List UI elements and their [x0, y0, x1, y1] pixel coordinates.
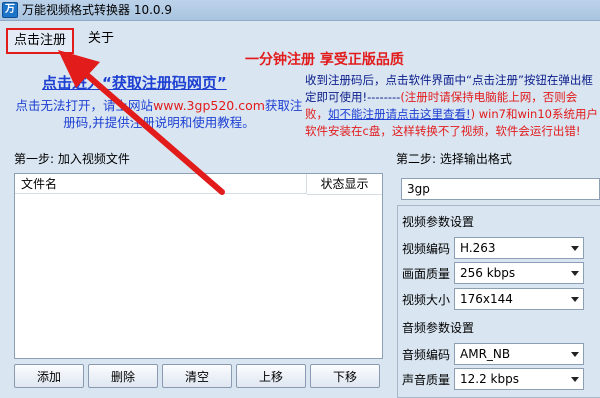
audio-codec-label: 音频编码	[402, 348, 451, 362]
register-help-link[interactable]: 如不能注册请点击这里查看!	[328, 107, 471, 121]
audio-section-label: 音频参数设置	[402, 321, 475, 335]
title-bar: 万 万能视频格式转换器 10.0.9	[0, 0, 600, 21]
move-up-button[interactable]: 上移	[236, 364, 306, 388]
audio-quality-select[interactable]: 12.2 kbps	[454, 368, 584, 390]
video-codec-select[interactable]: H.263	[454, 237, 584, 259]
video-codec-label: 视频编码	[402, 242, 451, 256]
chevron-down-icon	[571, 246, 579, 251]
help-text-before: 点击无法打开，请上网站	[15, 98, 154, 113]
audio-quality-label: 声音质量	[402, 373, 451, 387]
clear-button[interactable]: 清空	[162, 364, 232, 388]
column-filename[interactable]: 文件名	[15, 174, 307, 194]
quality-select[interactable]: 256 kbps	[454, 262, 584, 284]
get-regcode-link[interactable]: 点击进入“获取注册码网页”	[42, 72, 227, 93]
help-text: 点击无法打开，请上网站www.3gp520.com获取注册码,并提供注册说明和使…	[14, 97, 304, 131]
notice-line-1: 收到注册码后，点击软件界面中“点击注册”按钮在弹出框	[305, 73, 593, 87]
move-down-button[interactable]: 下移	[310, 364, 380, 388]
notice-line-2b: (注册时请保持电脑能上网，否则会	[400, 90, 578, 104]
delete-button[interactable]: 删除	[88, 364, 158, 388]
column-status[interactable]: 状态显示	[307, 174, 382, 195]
video-codec-value: H.263	[460, 241, 496, 255]
window-title: 万能视频格式转换器 10.0.9	[22, 3, 172, 17]
quality-label: 画面质量	[402, 267, 451, 281]
notice-line-3b: ) win7和win10系统用户	[470, 107, 597, 121]
chevron-down-icon	[571, 297, 579, 302]
chevron-down-icon	[571, 271, 579, 276]
video-size-value: 176x144	[460, 292, 513, 306]
promo-text: 一分钟注册 享受正版品质	[245, 52, 404, 68]
file-list[interactable]: 文件名 状态显示	[14, 173, 383, 359]
step1-label: 第一步: 加入视频文件	[14, 152, 130, 166]
chevron-down-icon	[571, 377, 579, 382]
app-icon: 万	[2, 2, 18, 18]
notice-line-4: 软件安装在c盘，这样转换不了视频，软件会运行出错!	[305, 124, 581, 138]
website-link[interactable]: www.3gp520.com	[153, 98, 265, 113]
step2-label: 第二步: 选择输出格式	[396, 152, 512, 166]
menu-about[interactable]: 关于	[88, 30, 114, 48]
menu-register[interactable]: 点击注册	[6, 28, 74, 54]
notice-line-3a: 败，	[305, 107, 328, 121]
audio-codec-value: AMR_NB	[460, 347, 511, 361]
video-size-select[interactable]: 176x144	[454, 288, 584, 310]
register-notice: 收到注册码后，点击软件界面中“点击注册”按钮在弹出框 定即可使用!-------…	[305, 72, 597, 140]
output-format-value: 3gp	[407, 182, 430, 196]
output-format-select[interactable]: 3gp	[401, 178, 600, 200]
quality-value: 256 kbps	[460, 266, 516, 280]
video-size-label: 视频大小	[402, 293, 451, 307]
audio-quality-value: 12.2 kbps	[460, 372, 519, 386]
chevron-down-icon	[571, 352, 579, 357]
notice-line-2a: 定即可使用!--------	[305, 90, 401, 104]
add-button[interactable]: 添加	[14, 364, 84, 388]
audio-codec-select[interactable]: AMR_NB	[454, 343, 584, 365]
file-buttons: 添加 删除 清空 上移 下移	[14, 364, 381, 390]
video-section-label: 视频参数设置	[402, 215, 475, 229]
